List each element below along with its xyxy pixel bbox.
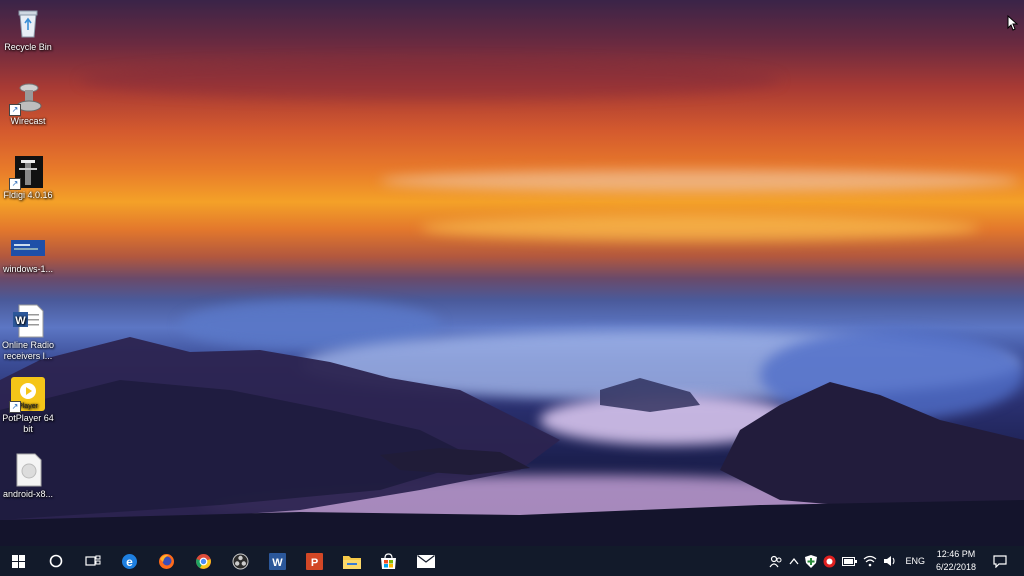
desktop-icon-label: Wirecast bbox=[10, 116, 46, 126]
desktop-icon-label: Online Radio receivers l... bbox=[1, 340, 55, 361]
action-center-button[interactable] bbox=[982, 546, 1018, 576]
start-button[interactable] bbox=[0, 546, 37, 576]
potplayer-badge-text: Player bbox=[18, 403, 39, 410]
shortcut-arrow-icon: ↗ bbox=[9, 178, 21, 190]
fldigi-icon: ↗ bbox=[9, 154, 45, 190]
taskbar-firefox[interactable] bbox=[148, 546, 185, 576]
mouse-pointer-icon bbox=[1007, 15, 1018, 31]
taskbar-chrome[interactable] bbox=[185, 546, 222, 576]
desktop-icon-android-file[interactable]: android-x8... bbox=[0, 453, 59, 500]
desktop-icon-fldigi[interactable]: ↗ Fldigi 4.0.16 bbox=[0, 154, 59, 201]
task-view-button[interactable] bbox=[74, 546, 111, 576]
word-document-icon: W bbox=[11, 304, 45, 338]
firefox-icon bbox=[159, 553, 174, 569]
desktop-icon-recycle-bin[interactable]: Recycle Bin bbox=[0, 6, 59, 53]
desktop-icon-label: android-x8... bbox=[2, 489, 54, 499]
shield-icon bbox=[805, 554, 818, 568]
notification-icon bbox=[993, 554, 1007, 568]
desktop-wallpaper: Recycle Bin ↗ Wirecast ↗ Fldigi 4.0.16 w… bbox=[0, 0, 1024, 546]
powerpoint-icon: P bbox=[306, 552, 323, 570]
desktop-icon-label: windows-1... bbox=[2, 264, 54, 274]
tray-people-button[interactable] bbox=[766, 546, 786, 576]
desktop-icon-label: PotPlayer 64 bit bbox=[2, 413, 54, 434]
taskbar: e W P ENG 12:46 PM 6/22/2018 bbox=[0, 546, 1024, 576]
svg-text:P: P bbox=[311, 557, 318, 569]
chevron-up-icon bbox=[789, 557, 799, 565]
task-view-icon bbox=[84, 555, 100, 566]
desktop-icon-online-radio[interactable]: W Online Radio receivers l... bbox=[0, 304, 59, 362]
taskbar-word[interactable]: W bbox=[259, 546, 296, 576]
taskbar-powerpoint[interactable]: P bbox=[296, 546, 333, 576]
svg-text:W: W bbox=[15, 315, 26, 327]
word-icon: W bbox=[269, 552, 286, 570]
cortana-icon bbox=[49, 554, 62, 568]
tray-battery-button[interactable] bbox=[839, 546, 860, 576]
wifi-icon bbox=[864, 555, 877, 567]
taskbar-file-explorer[interactable] bbox=[333, 546, 370, 576]
desktop-icon-windows-shortcut[interactable]: windows-1... bbox=[0, 238, 59, 275]
volume-icon bbox=[884, 556, 895, 566]
android-file-icon bbox=[11, 453, 45, 487]
svg-text:e: e bbox=[126, 555, 133, 569]
tray-language-button[interactable]: ENG bbox=[900, 546, 930, 576]
taskbar-edge[interactable]: e bbox=[111, 546, 148, 576]
battery-icon bbox=[842, 556, 858, 566]
taskbar-obs[interactable] bbox=[222, 546, 259, 576]
shortcut-arrow-icon: ↗ bbox=[9, 104, 21, 116]
cortana-button[interactable] bbox=[37, 546, 74, 576]
store-icon bbox=[381, 552, 396, 569]
tray-security-button[interactable] bbox=[802, 546, 820, 576]
clock-date: 6/22/2018 bbox=[935, 562, 976, 572]
desktop-icon-wirecast[interactable]: ↗ Wirecast bbox=[0, 80, 59, 127]
obs-icon bbox=[232, 553, 249, 569]
mountain-silhouette bbox=[0, 337, 1024, 546]
svg-text:W: W bbox=[272, 557, 283, 569]
chrome-icon bbox=[196, 553, 211, 569]
file-explorer-icon bbox=[342, 555, 361, 569]
desktop-icon-label: Fldigi 4.0.16 bbox=[3, 190, 53, 200]
tray-show-hidden-button[interactable] bbox=[786, 546, 802, 576]
clock-time: 12:46 PM bbox=[936, 549, 976, 559]
potplayer-icon: Player ↗ bbox=[9, 377, 45, 413]
tray-antivirus-button[interactable] bbox=[820, 546, 839, 576]
shortcut-arrow-icon: ↗ bbox=[9, 401, 21, 413]
tray-volume-button[interactable] bbox=[880, 546, 900, 576]
people-icon bbox=[769, 555, 782, 567]
windows-shortcut-icon bbox=[11, 238, 45, 262]
taskbar-store[interactable] bbox=[370, 546, 407, 576]
tray-clock[interactable]: 12:46 PM 6/22/2018 bbox=[930, 546, 982, 576]
edge-icon: e bbox=[122, 553, 137, 569]
tray-wifi-button[interactable] bbox=[860, 546, 880, 576]
wirecast-icon: ↗ bbox=[9, 80, 45, 116]
taskbar-mail[interactable] bbox=[407, 546, 444, 576]
start-icon bbox=[12, 554, 25, 568]
desktop-icon-potplayer[interactable]: Player ↗ PotPlayer 64 bit bbox=[0, 377, 59, 435]
mail-icon bbox=[416, 554, 435, 568]
recycle-bin-icon bbox=[11, 6, 45, 40]
desktop-icon-label: Recycle Bin bbox=[4, 42, 52, 52]
antivirus-icon bbox=[823, 555, 836, 567]
